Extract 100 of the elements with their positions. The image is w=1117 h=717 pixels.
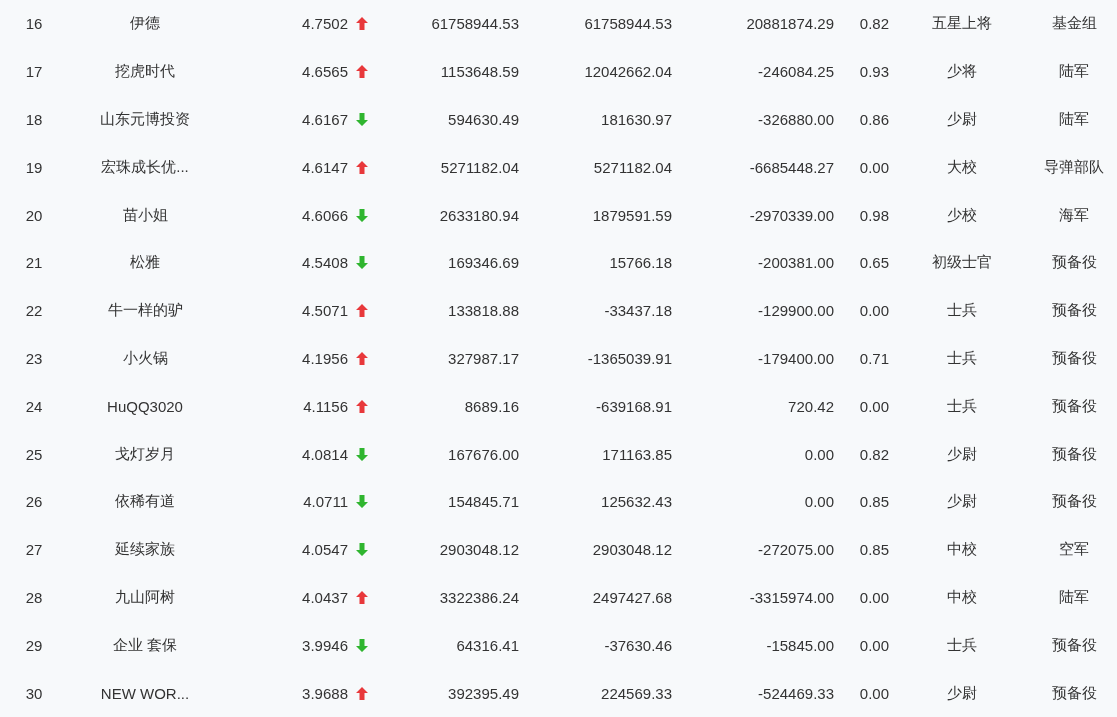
number-cell-text: 1879591.59 <box>591 206 673 224</box>
rank-title-cell-text: 少将 <box>946 62 978 82</box>
number-cell-text: -129900.00 <box>757 302 835 320</box>
group-cell-text: 基金组 <box>1050 14 1098 34</box>
number-cell-text: 0.00 <box>803 445 835 463</box>
rank-title-cell-text: 中校 <box>946 540 978 560</box>
number-cell-text: 2903048.12 <box>438 541 520 559</box>
name-cell-text: NEW WOR... <box>99 684 191 702</box>
number-cell-text: -326880.00 <box>757 111 835 128</box>
name-cell-text: 牛一样的驴 <box>106 301 184 321</box>
ratio-cell-text: 0.98 <box>858 206 890 224</box>
rank-title-cell-text: 少尉 <box>946 110 978 129</box>
number-cell-text: 392395.49 <box>447 684 520 702</box>
ratio-cell-text: 0.00 <box>858 636 890 654</box>
number-cell-text: 594630.49 <box>447 111 520 128</box>
number-cell-text: 12042662.04 <box>583 63 673 81</box>
number-cell-text: 2497427.68 <box>591 588 673 606</box>
number-cell-text: 720.42 <box>787 397 835 415</box>
number-cell-text: -639168.91 <box>595 397 673 415</box>
ratio-cell-text: 0.93 <box>858 63 890 81</box>
rank-title-cell-text: 少尉 <box>946 683 978 703</box>
score-cell-text: 4.6167 <box>301 111 349 128</box>
number-cell-text: 171163.85 <box>601 445 673 463</box>
number-cell-text: -6685448.27 <box>748 158 835 176</box>
number-cell-text: 2633180.94 <box>438 206 520 224</box>
ratio-cell-text: 0.00 <box>858 588 890 606</box>
score-cell-text: 4.0814 <box>301 445 349 463</box>
ratio-cell-text: 0.00 <box>858 158 890 176</box>
score-cell-text: 4.0711 <box>302 493 349 511</box>
number-cell-text: 0.00 <box>803 493 835 511</box>
number-cell-text: 64316.41 <box>455 636 520 654</box>
rank-cell-text: 17 <box>24 63 44 81</box>
name-cell-text: 山东元博投资 <box>99 110 191 129</box>
rank-title-cell-text: 少尉 <box>946 444 978 464</box>
name-cell-text: 依稀有道 <box>114 492 176 512</box>
ratio-cell-text: 0.00 <box>858 684 890 702</box>
number-cell-text: 181630.97 <box>600 111 673 128</box>
rank-cell-text: 23 <box>24 349 44 367</box>
number-cell-text: -246084.25 <box>757 63 835 81</box>
rank-title-cell-text: 士兵 <box>946 348 978 368</box>
name-cell-text: 戈灯岁月 <box>114 444 176 464</box>
group-cell-text: 陆军 <box>1058 587 1090 607</box>
name-cell-text: 苗小姐 <box>121 205 169 225</box>
number-cell-text: -37630.46 <box>603 636 673 654</box>
number-cell-text: -2970339.00 <box>748 206 835 224</box>
rank-cell-text: 28 <box>24 588 44 606</box>
number-cell-text: 5271182.04 <box>592 158 673 176</box>
number-cell-text: 61758944.53 <box>583 15 673 33</box>
score-cell-text: 3.9946 <box>301 636 349 654</box>
rank-cell-text: 29 <box>24 636 44 654</box>
score-cell-text: 4.7502 <box>301 15 349 33</box>
group-cell-text: 预备役 <box>1050 683 1098 703</box>
group-cell-text: 预备役 <box>1050 635 1098 655</box>
rank-title-cell-text: 士兵 <box>946 396 978 416</box>
name-cell-text: 延续家族 <box>114 540 176 560</box>
rank-cell-text: 18 <box>24 111 44 128</box>
number-cell-text: 20881874.29 <box>745 15 835 33</box>
group-cell-text: 海军 <box>1058 205 1090 225</box>
number-cell-text: 125632.43 <box>600 493 673 511</box>
rank-title-cell-text: 初级士官 <box>931 253 993 273</box>
ratio-cell-text: 0.65 <box>858 254 890 272</box>
group-cell-text: 预备役 <box>1050 301 1098 321</box>
ratio-cell-text: 0.82 <box>858 15 890 33</box>
number-cell-text: 327987.17 <box>447 349 520 367</box>
ratio-cell-text: 0.00 <box>858 302 890 320</box>
name-cell-text: 小火锅 <box>121 348 169 368</box>
name-cell-text: 宏珠成长优... <box>100 157 190 177</box>
rank-cell-text: 24 <box>24 397 44 415</box>
score-cell-text: 4.0547 <box>301 541 349 559</box>
ratio-cell-text: 0.85 <box>858 493 890 511</box>
score-cell-text: 4.5071 <box>301 302 349 320</box>
number-cell-text: -1365039.91 <box>586 349 673 367</box>
group-cell-text: 空军 <box>1058 540 1090 560</box>
number-cell-text: 167676.00 <box>447 445 520 463</box>
group-cell-text: 陆军 <box>1058 62 1090 82</box>
number-cell-text: 1153648.59 <box>439 63 520 81</box>
group-cell-text: 预备役 <box>1050 348 1098 368</box>
group-cell-text: 陆军 <box>1058 110 1090 129</box>
rank-title-cell-text: 士兵 <box>946 301 978 321</box>
ratio-cell-text: 0.82 <box>858 445 890 463</box>
score-cell-text: 4.6147 <box>301 158 349 176</box>
rank-cell-text: 19 <box>24 158 44 176</box>
name-cell-text: 伊德 <box>129 14 161 34</box>
score-cell-text: 4.6066 <box>301 206 349 224</box>
number-cell-text: -3315974.00 <box>748 588 835 606</box>
ratio-cell-text: 0.85 <box>858 541 890 559</box>
group-cell-text: 预备役 <box>1050 253 1098 273</box>
ratio-cell-text: 0.00 <box>858 397 890 415</box>
rank-cell-text: 26 <box>24 493 44 511</box>
rank-title-cell-text: 士兵 <box>946 635 978 655</box>
number-cell-text: 3322386.24 <box>438 588 520 606</box>
number-cell-text: 8689.16 <box>463 397 520 415</box>
number-cell-text: 5271182.04 <box>439 158 520 176</box>
name-cell-text: 企业 套保 <box>111 635 179 655</box>
rank-cell-text: 20 <box>24 206 44 224</box>
number-cell-text: 133818.88 <box>447 302 520 320</box>
rank-cell-text: 30 <box>24 684 44 702</box>
rank-title-cell-text: 少校 <box>946 205 978 225</box>
rank-title-cell-text: 五星上将 <box>931 14 993 34</box>
rank-title-cell-text: 少尉 <box>946 492 978 512</box>
